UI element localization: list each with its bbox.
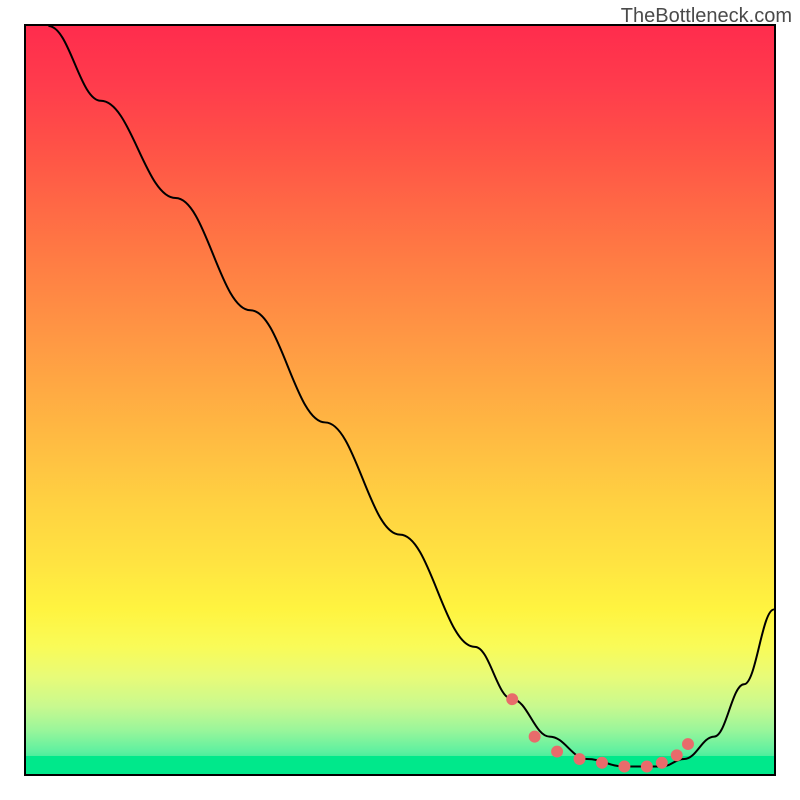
plot-area xyxy=(24,24,776,776)
bottleneck-curve xyxy=(26,26,774,774)
chart-container: TheBottleneck.com xyxy=(0,0,800,800)
optimal-range-markers xyxy=(506,693,694,772)
